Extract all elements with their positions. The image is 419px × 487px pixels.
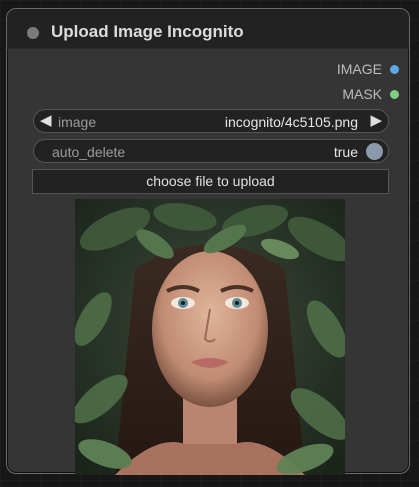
auto-delete-toggle[interactable]: auto_delete true (33, 139, 389, 163)
next-arrow-icon[interactable]: ▶ (370, 112, 382, 130)
toggle-knob-icon[interactable] (366, 143, 383, 160)
auto-delete-value: true (333, 144, 358, 160)
node-title-bar[interactable]: Upload Image Incognito (7, 9, 409, 49)
upload-image-node[interactable]: Upload Image Incognito IMAGE MASK ◀ imag… (6, 8, 410, 475)
auto-delete-label: auto_delete (52, 144, 126, 160)
image-preview (75, 199, 345, 475)
output-mask-port-icon[interactable] (390, 89, 399, 99)
collapse-dot-icon[interactable] (27, 27, 39, 39)
choose-file-button[interactable]: choose file to upload (32, 169, 389, 194)
output-mask[interactable]: MASK (342, 84, 399, 104)
output-image-label: IMAGE (336, 61, 382, 77)
output-mask-label: MASK (342, 86, 382, 102)
image-widget-label: image (58, 114, 97, 130)
prev-arrow-icon[interactable]: ◀ (40, 112, 52, 130)
image-combo-widget[interactable]: ◀ image incognito/4c5105.png ▶ (33, 109, 389, 133)
image-widget-value: incognito/4c5105.png (224, 114, 358, 130)
output-image-port-icon[interactable] (390, 64, 399, 74)
portrait-image (75, 199, 345, 475)
node-title: Upload Image Incognito (51, 22, 244, 41)
output-image[interactable]: IMAGE (337, 59, 399, 79)
